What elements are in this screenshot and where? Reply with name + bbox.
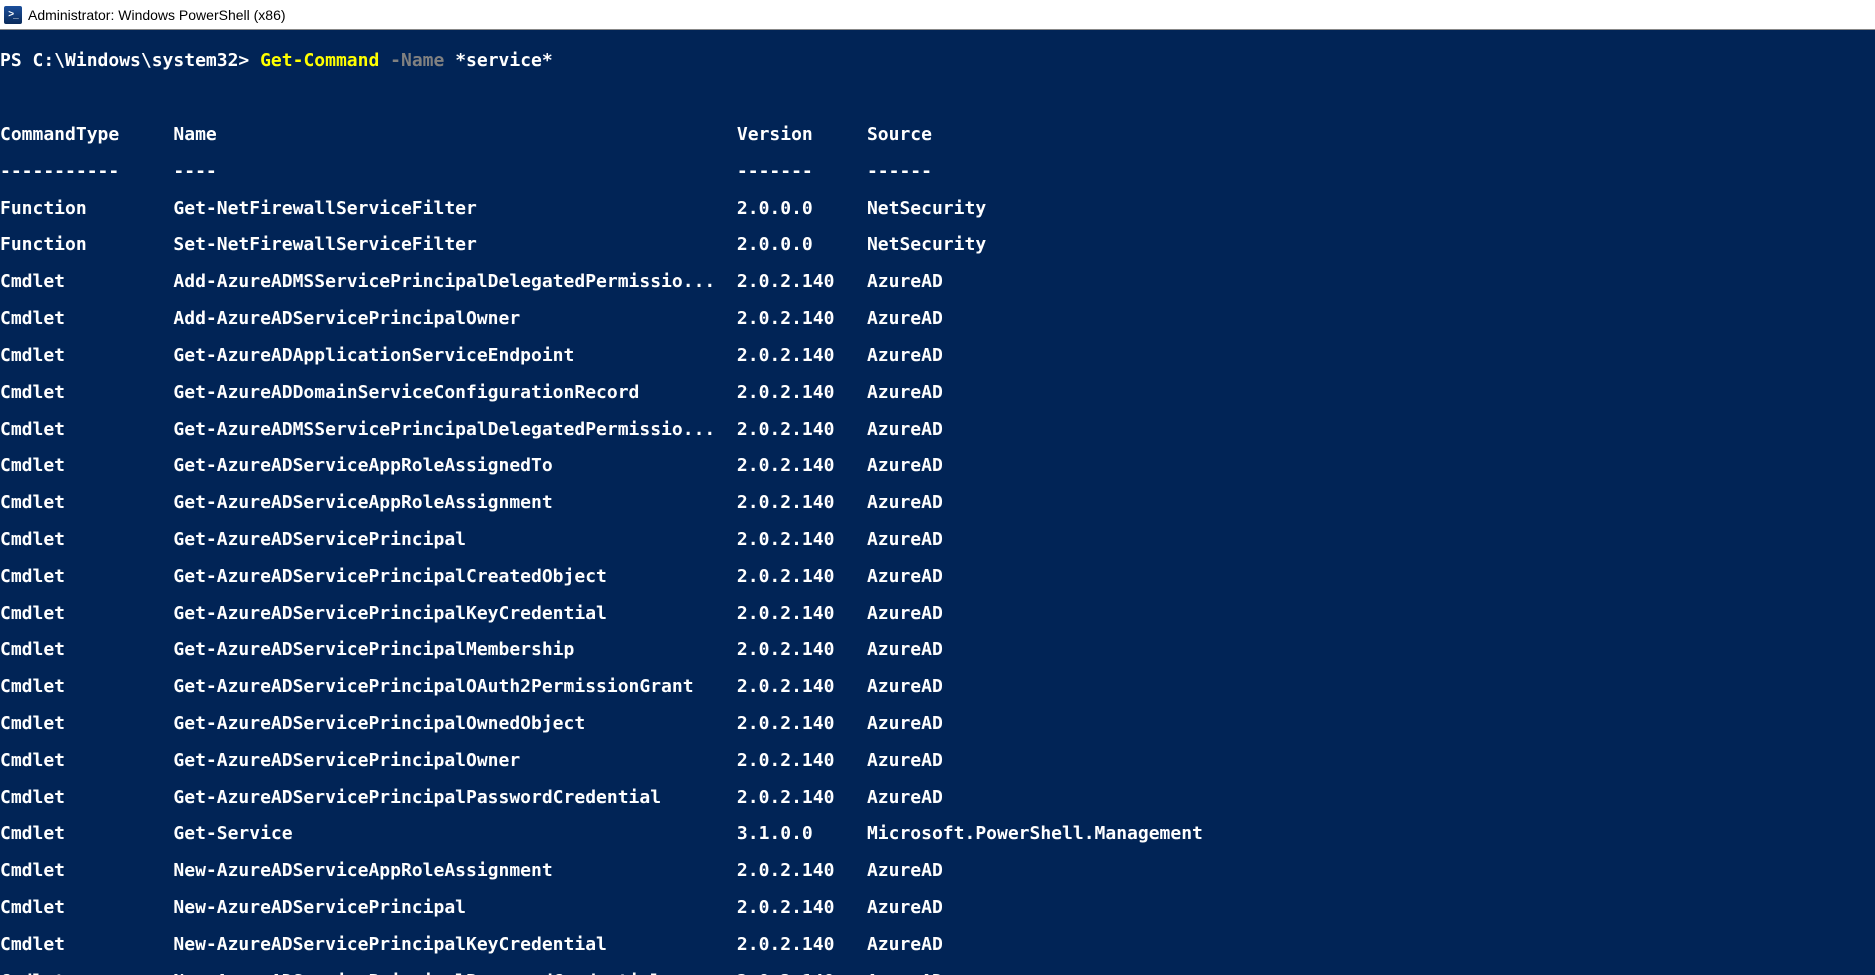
table-row: Cmdlet Get-AzureADServicePrincipalKeyCre… [0,605,1875,623]
table-row: Cmdlet Get-AzureADServiceAppRoleAssignme… [0,494,1875,512]
table-row: Function Set-NetFirewallServiceFilter 2.… [0,236,1875,254]
table-row: Cmdlet Get-AzureADServicePrincipalMember… [0,641,1875,659]
powershell-icon [4,6,22,24]
window-title: Administrator: Windows PowerShell (x86) [28,7,286,23]
prompt-line: PS C:\Windows\system32> Get-Command -Nam… [0,52,1875,70]
table-row: Cmdlet Get-AzureADApplicationServiceEndp… [0,347,1875,365]
table-row: Cmdlet Get-Service 3.1.0.0 Microsoft.Pow… [0,825,1875,843]
prompt-parameter: -Name [390,50,444,71]
table-row: Cmdlet Get-AzureADServicePrincipalOwnedO… [0,715,1875,733]
table-row: Cmdlet Get-AzureADServiceAppRoleAssigned… [0,457,1875,475]
table-row: Cmdlet New-AzureADServicePrincipal 2.0.2… [0,899,1875,917]
prompt-prefix: PS C:\Windows\system32> [0,50,260,71]
table-row: Cmdlet Get-AzureADMSServicePrincipalDele… [0,421,1875,439]
blank-line [0,89,1875,107]
table-row: Cmdlet Get-AzureADServicePrincipalOAuth2… [0,678,1875,696]
table-row: Cmdlet New-AzureADServicePrincipalKeyCre… [0,936,1875,954]
table-row: Cmdlet New-AzureADServiceAppRoleAssignme… [0,862,1875,880]
table-row: Cmdlet Get-AzureADServicePrincipalOwner … [0,752,1875,770]
window-titlebar[interactable]: Administrator: Windows PowerShell (x86) [0,0,1875,30]
table-row: Cmdlet Add-AzureADMSServicePrincipalDele… [0,273,1875,291]
table-row: Cmdlet Get-AzureADDomainServiceConfigura… [0,384,1875,402]
prompt-argument: *service* [455,50,553,71]
table-row: Cmdlet Get-AzureADServicePrincipalCreate… [0,568,1875,586]
table-header-underline: ----------- ---- ------- ------ [0,163,1875,181]
table-header-row: CommandType Name Version Source [0,126,1875,144]
table-row: Function Get-NetFirewallServiceFilter 2.… [0,200,1875,218]
terminal-output[interactable]: PS C:\Windows\system32> Get-Command -Nam… [0,30,1875,975]
table-row: Cmdlet Get-AzureADServicePrincipal 2.0.2… [0,531,1875,549]
prompt-command: Get-Command [260,50,379,71]
table-row: Cmdlet Get-AzureADServicePrincipalPasswo… [0,789,1875,807]
table-row: Cmdlet Add-AzureADServicePrincipalOwner … [0,310,1875,328]
